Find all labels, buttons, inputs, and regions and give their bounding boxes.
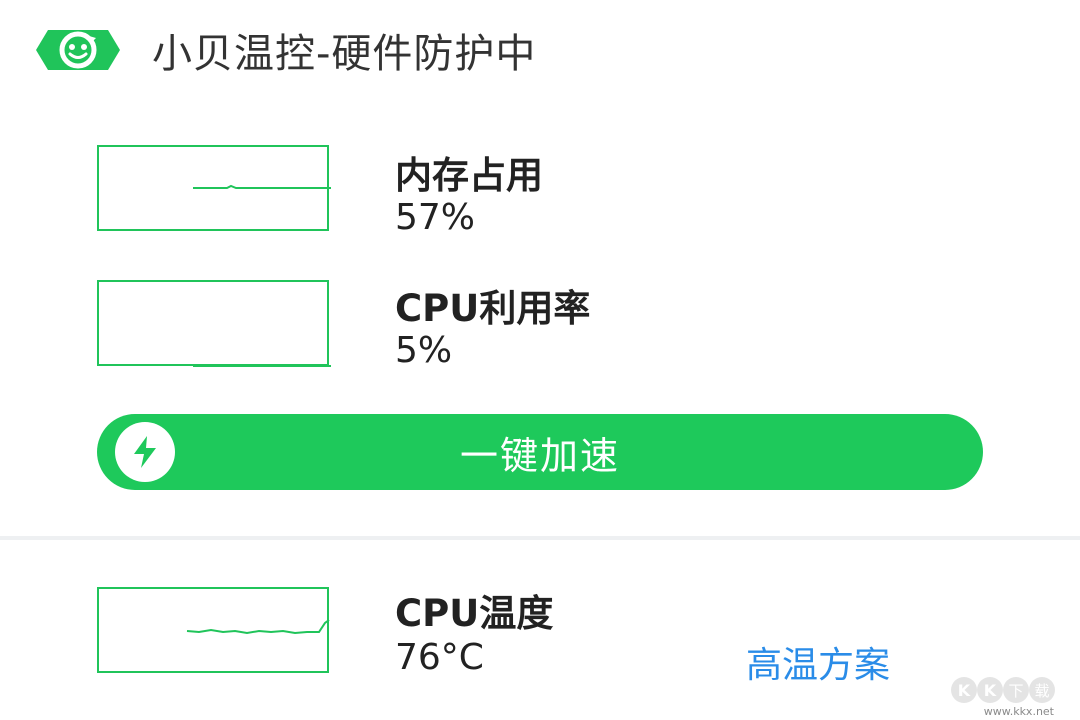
svg-text:K: K [984,681,997,700]
cpu-usage-label: CPU利用率 [395,287,591,330]
section-divider [0,536,1080,540]
high-temp-solution-link[interactable]: 高温方案 [746,636,890,688]
svg-text:下: 下 [1008,682,1023,700]
watermark-url: www.kkx.net [983,705,1054,718]
cpu-temp-label: CPU温度 [395,592,554,635]
memory-usage-chart [97,145,331,231]
cpu-temp-chart [97,587,330,673]
memory-usage-line [193,184,331,189]
cpu-usage-chart [97,280,331,367]
svg-text:K: K [958,681,971,700]
cpu-temp-value: 76°C [395,637,484,678]
smiley-refresh-icon [34,24,122,76]
memory-label: 内存占用 [395,154,543,197]
boost-label: 一键加速 [459,433,620,478]
boost-button[interactable]: 一键加速 [97,414,983,490]
cpu-usage-value: 5% [395,330,453,371]
app-header: 小贝温控-硬件防护中 [34,22,536,78]
svg-text:载: 载 [1034,682,1049,700]
cpu-temp-line [186,619,330,635]
app-title: 小贝温控-硬件防护中 [152,31,537,77]
temperature-control-window: 小贝温控-硬件防护中 内存占用 57% CPU利用率 5% 一键加速 CPU温度… [0,0,1080,720]
memory-value: 57% [395,197,476,238]
